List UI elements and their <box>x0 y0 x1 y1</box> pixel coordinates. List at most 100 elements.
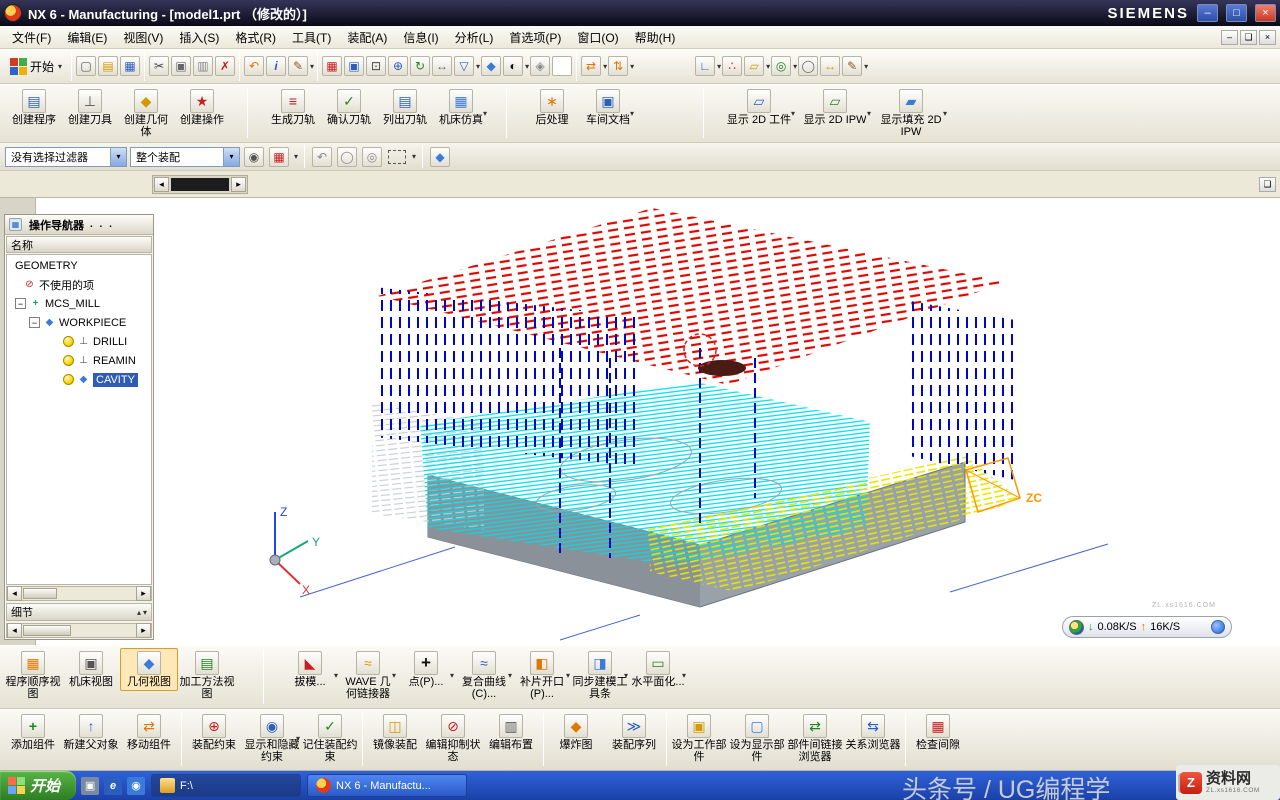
show-hide-constraints-button[interactable]: ◉显示和隐藏约束 <box>243 711 301 766</box>
tree-row-mcs-mill[interactable]: +MCS_MILL <box>7 294 151 313</box>
relations-browser-button[interactable]: ⇆关系浏览器 <box>844 711 902 754</box>
snap-options-icon[interactable]: ◎ <box>362 147 382 167</box>
tree-row-reaming[interactable]: ⊥REAMIN <box>7 351 151 370</box>
patch-opening-button[interactable]: ◧补片开口(P)... <box>513 648 571 703</box>
dropdown-arrow[interactable] <box>791 109 795 118</box>
dropdown-arrow[interactable] <box>525 62 529 71</box>
combo-dropdown-icon[interactable] <box>223 148 239 166</box>
fit-view-icon[interactable]: ↻ <box>410 56 430 76</box>
menu-help[interactable]: 帮助(H) <box>627 26 684 49</box>
dropdown-arrow[interactable] <box>508 671 512 680</box>
scroll-thumb[interactable] <box>23 625 71 636</box>
make-work-part-button[interactable]: ▣设为工作部件 <box>670 711 728 766</box>
assembly-constraints-button[interactable]: ⊕装配约束 <box>185 711 243 754</box>
tree-row-geometry[interactable]: GEOMETRY <box>7 256 151 275</box>
scroll-thumb[interactable] <box>23 588 57 599</box>
assembly-sequence-button[interactable]: ≫装配序列 <box>605 711 663 754</box>
face-analysis-icon[interactable]: ◈ <box>530 56 550 76</box>
browser-quick-icon[interactable]: e <box>104 777 122 795</box>
tree-h-scrollbar[interactable] <box>6 586 152 601</box>
mirror-assembly-button[interactable]: ◫镜像装配 <box>366 711 424 754</box>
add-component-button[interactable]: +添加组件 <box>4 711 62 754</box>
postprocess-button[interactable]: ∗后处理 <box>524 86 580 129</box>
task-button-explorer[interactable]: F:\ <box>151 774 301 797</box>
slider-right-icon[interactable] <box>231 177 246 192</box>
dropdown-arrow[interactable] <box>392 671 396 680</box>
delete-icon[interactable]: ✗ <box>215 56 235 76</box>
program-order-view-button[interactable]: ▦程序顺序视图 <box>4 648 62 703</box>
flatten-button[interactable]: ▭水平面化... <box>629 648 687 691</box>
highlight-selection-icon[interactable]: ◉ <box>244 147 264 167</box>
synchronous-modeling-button[interactable]: ◨同步建模工具条 <box>571 648 629 703</box>
dropdown-arrow[interactable] <box>603 62 607 71</box>
dropdown-arrow[interactable] <box>296 734 300 743</box>
csys-orientation-icon[interactable]: ∟ <box>695 56 715 76</box>
menu-information[interactable]: 信息(I) <box>395 26 446 49</box>
menu-view[interactable]: 视图(V) <box>115 26 171 49</box>
combo-dropdown-icon[interactable] <box>110 148 126 166</box>
new-file-icon[interactable]: ▢ <box>76 56 96 76</box>
edit-object-display-icon[interactable]: ✎ <box>288 56 308 76</box>
cut-icon[interactable]: ✂ <box>149 56 169 76</box>
marquee-select-icon[interactable] <box>388 150 406 164</box>
background-color-icon[interactable] <box>552 56 572 76</box>
selection-sphere-icon[interactable]: ◯ <box>798 56 818 76</box>
tree-row-drilling[interactable]: ⊥DRILLI <box>7 332 151 351</box>
maximize-button[interactable] <box>1226 4 1247 22</box>
command-finder-icon[interactable]: i <box>266 56 286 76</box>
mdi-restore-button[interactable] <box>1240 30 1257 45</box>
show-filled-2d-ipw-button[interactable]: ▰显示填充 2D IPW <box>873 86 949 141</box>
menu-window[interactable]: 窗口(O) <box>569 26 626 49</box>
wave-geometry-linker-button[interactable]: ≈WAVE 几何链接器 <box>339 648 397 703</box>
interpart-link-browser-button[interactable]: ⇄部件间链接浏览器 <box>786 711 844 766</box>
mdi-minimize-button[interactable] <box>1221 30 1238 45</box>
collapse-icon[interactable] <box>15 298 26 309</box>
orbit-icon[interactable]: ◯ <box>337 147 357 167</box>
check-clearance-button[interactable]: ▦检查间隙 <box>909 711 967 754</box>
menu-tools[interactable]: 工具(T) <box>284 26 339 49</box>
open-file-icon[interactable]: ▤ <box>98 56 118 76</box>
undo-selection-icon[interactable]: ↶ <box>312 147 332 167</box>
menu-format[interactable]: 格式(R) <box>227 26 284 49</box>
dropdown-arrow[interactable] <box>412 152 416 161</box>
dropdown-arrow[interactable] <box>624 671 628 680</box>
point-button[interactable]: +点(P)... <box>397 648 455 691</box>
menu-insert[interactable]: 插入(S) <box>171 26 227 49</box>
snap-point-icon[interactable]: ◎ <box>771 56 791 76</box>
navigator-title-bar[interactable]: ▦ 操作导航器 . . . <box>5 215 153 235</box>
collapse-icon[interactable] <box>29 317 40 328</box>
show-2d-ipw-button[interactable]: ▱显示 2D IPW <box>797 86 873 129</box>
move-component-button[interactable]: ⇄移动组件 <box>120 711 178 754</box>
copy-icon[interactable]: ▣ <box>171 56 191 76</box>
dropdown-arrow[interactable] <box>717 62 721 71</box>
graphics-viewport[interactable]: Z Y X ZC <box>36 198 1280 645</box>
menu-file[interactable]: 文件(F) <box>4 26 59 49</box>
dropdown-arrow[interactable] <box>793 62 797 71</box>
menu-assemblies[interactable]: 装配(A) <box>339 26 395 49</box>
mdi-close-button[interactable] <box>1259 30 1276 45</box>
selection-scope-combo[interactable]: 整个装配 <box>130 147 240 167</box>
create-operation-button[interactable]: ★创建操作 <box>174 86 230 129</box>
dropdown-arrow[interactable] <box>943 109 947 118</box>
save-icon[interactable]: ▦ <box>120 56 140 76</box>
tree-row-cavity[interactable]: ◆CAVITY <box>7 370 151 389</box>
scroll-right-icon[interactable] <box>136 586 151 601</box>
menu-analysis[interactable]: 分析(L) <box>447 26 502 49</box>
tree-row-unused-items[interactable]: ⊘不使用的项 <box>7 275 151 294</box>
dropdown-arrow[interactable] <box>476 62 480 71</box>
draft-button[interactable]: ◣拔模... <box>281 648 339 691</box>
list-toolpath-button[interactable]: ▤列出刀轨 <box>377 86 433 129</box>
dropdown-arrow[interactable] <box>450 671 454 680</box>
task-button-nx[interactable]: NX 6 - Manufactu... <box>307 774 467 797</box>
details-updown-icons[interactable]: ▴▾ <box>137 608 147 617</box>
machine-simulation-button[interactable]: ▦机床仿真 <box>433 86 489 129</box>
point-set-icon[interactable]: ∴ <box>722 56 742 76</box>
menu-edit[interactable]: 编辑(E) <box>59 26 115 49</box>
pan-view-icon[interactable]: ↔ <box>432 56 452 76</box>
rendering-style-icon[interactable]: ◐ <box>503 56 523 76</box>
edit-arrangements-button[interactable]: ▥编辑布置 <box>482 711 540 754</box>
create-tool-button[interactable]: ⊥创建刀具 <box>62 86 118 129</box>
dropdown-arrow[interactable] <box>310 62 314 71</box>
scroll-left-icon[interactable] <box>7 586 22 601</box>
network-speed-badge[interactable]: ↓ 0.08K/S ↑ 16K/S <box>1062 616 1232 638</box>
